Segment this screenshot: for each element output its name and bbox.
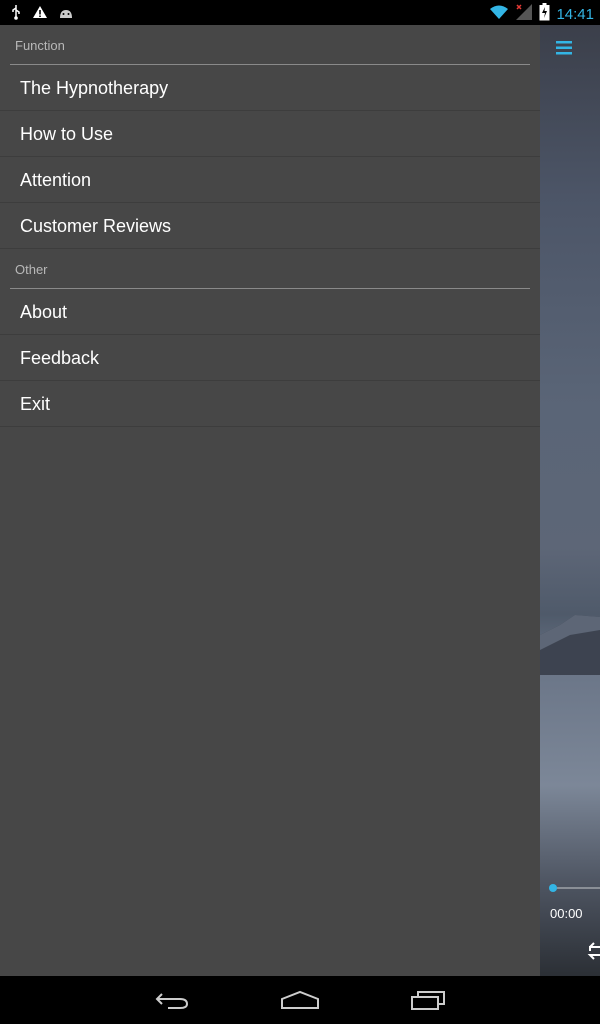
section-header-function: Function [0, 25, 540, 65]
section-header-other: Other [0, 249, 540, 289]
menu-item-how-to-use[interactable]: How to Use [0, 111, 540, 157]
status-time: 14:41 [556, 6, 594, 23]
usb-icon [10, 4, 22, 25]
signal-icon [515, 3, 533, 26]
menu-item-hypnotherapy[interactable]: The Hypnotherapy [0, 65, 540, 111]
navigation-drawer: Function The Hypnotherapy How to Use Att… [0, 25, 540, 976]
menu-item-attention[interactable]: Attention [0, 157, 540, 203]
section-title: Other [15, 262, 48, 277]
mountain-image [540, 615, 600, 675]
back-icon[interactable] [152, 988, 192, 1012]
status-bar: 14:41 [0, 0, 600, 25]
menu-item-about[interactable]: About [0, 289, 540, 335]
recents-icon[interactable] [408, 988, 448, 1012]
menu-item-label: Feedback [20, 348, 100, 368]
elapsed-time: 00:00 [550, 906, 583, 921]
warning-icon [32, 5, 48, 24]
repeat-icon[interactable] [586, 941, 600, 961]
menu-item-label: About [20, 302, 68, 322]
menu-item-label: Customer Reviews [20, 216, 172, 236]
menu-item-label: The Hypnotherapy [20, 78, 169, 98]
menu-item-customer-reviews[interactable]: Customer Reviews [0, 203, 540, 249]
seek-handle[interactable] [549, 884, 557, 892]
battery-icon [539, 3, 550, 26]
navigation-bar [0, 976, 600, 1024]
menu-icon[interactable] [556, 39, 572, 57]
wifi-icon [489, 4, 509, 25]
android-icon [58, 6, 74, 24]
menu-item-label: How to Use [20, 124, 114, 144]
home-icon[interactable] [280, 988, 320, 1012]
menu-item-label: Attention [20, 170, 92, 190]
menu-item-feedback[interactable]: Feedback [0, 335, 540, 381]
seek-bar[interactable] [557, 887, 600, 889]
section-title: Function [15, 38, 65, 53]
menu-item-label: Exit [20, 394, 51, 414]
menu-item-exit[interactable]: Exit [0, 381, 540, 427]
